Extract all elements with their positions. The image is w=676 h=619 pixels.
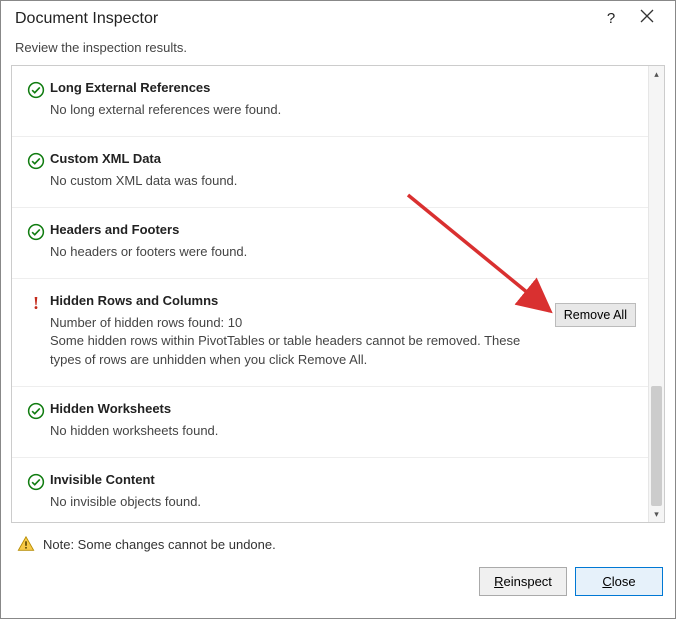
result-item: Custom XML Data No custom XML data was fo… xyxy=(12,137,648,208)
result-title: Long External References xyxy=(50,80,536,95)
result-content: Headers and Footers No headers or footers… xyxy=(50,222,536,262)
result-desc: No long external references were found. xyxy=(50,101,536,120)
scrollbar[interactable]: ▴ ▾ xyxy=(648,66,664,522)
status-icon-col xyxy=(22,151,50,191)
action-col: Remove All xyxy=(536,293,636,371)
status-icon-col: ! xyxy=(22,293,50,371)
close-icon xyxy=(640,9,654,23)
action-col xyxy=(536,222,636,262)
remove-all-button[interactable]: Remove All xyxy=(555,303,636,327)
result-desc: Number of hidden rows found: 10Some hidd… xyxy=(50,314,536,371)
status-icon-col xyxy=(22,80,50,120)
result-item: Long External References No long external… xyxy=(12,66,648,137)
check-icon xyxy=(27,81,45,99)
exclamation-icon: ! xyxy=(33,294,39,371)
scroll-up-icon[interactable]: ▴ xyxy=(649,66,664,82)
result-title: Invisible Content xyxy=(50,472,536,487)
result-desc: No hidden worksheets found. xyxy=(50,422,536,441)
result-title: Custom XML Data xyxy=(50,151,536,166)
result-item: Hidden Worksheets No hidden worksheets fo… xyxy=(12,387,648,458)
scroll-thumb[interactable] xyxy=(651,386,662,506)
result-content: Invisible Content No invisible objects fo… xyxy=(50,472,536,512)
close-dialog-button[interactable]: Close xyxy=(575,567,663,596)
titlebar: Document Inspector ? xyxy=(1,1,675,36)
action-col xyxy=(536,151,636,191)
help-button[interactable]: ? xyxy=(593,10,629,27)
results-panel: Long External References No long external… xyxy=(11,65,665,523)
result-desc: No invisible objects found. xyxy=(50,493,536,512)
result-item: Headers and Footers No headers or footers… xyxy=(12,208,648,279)
check-icon xyxy=(27,152,45,170)
result-content: Hidden Worksheets No hidden worksheets fo… xyxy=(50,401,536,441)
warning-icon xyxy=(17,535,35,553)
result-title: Hidden Worksheets xyxy=(50,401,536,416)
result-item: ! Hidden Rows and Columns Number of hidden… xyxy=(12,279,648,388)
dialog-title: Document Inspector xyxy=(15,10,593,28)
note-text: Note: Some changes cannot be undone. xyxy=(43,537,276,552)
status-icon-col xyxy=(22,401,50,441)
close-button[interactable] xyxy=(629,9,665,28)
result-desc: No headers or footers were found. xyxy=(50,243,536,262)
result-content: Long External References No long external… xyxy=(50,80,536,120)
action-col xyxy=(536,80,636,120)
result-item: Invisible Content No invisible objects fo… xyxy=(12,458,648,522)
result-title: Headers and Footers xyxy=(50,222,536,237)
note-row: Note: Some changes cannot be undone. xyxy=(11,527,665,561)
action-col xyxy=(536,401,636,441)
button-row: Reinspect Close xyxy=(11,561,665,596)
result-content: Hidden Rows and Columns Number of hidden … xyxy=(50,293,536,371)
result-title: Hidden Rows and Columns xyxy=(50,293,536,308)
check-icon xyxy=(27,402,45,420)
subtitle: Review the inspection results. xyxy=(1,36,675,65)
result-desc: No custom XML data was found. xyxy=(50,172,536,191)
scroll-down-icon[interactable]: ▾ xyxy=(649,506,664,522)
status-icon-col xyxy=(22,472,50,512)
result-content: Custom XML Data No custom XML data was fo… xyxy=(50,151,536,191)
reinspect-button[interactable]: Reinspect xyxy=(479,567,567,596)
check-icon xyxy=(27,473,45,491)
status-icon-col xyxy=(22,222,50,262)
check-icon xyxy=(27,223,45,241)
action-col xyxy=(536,472,636,512)
